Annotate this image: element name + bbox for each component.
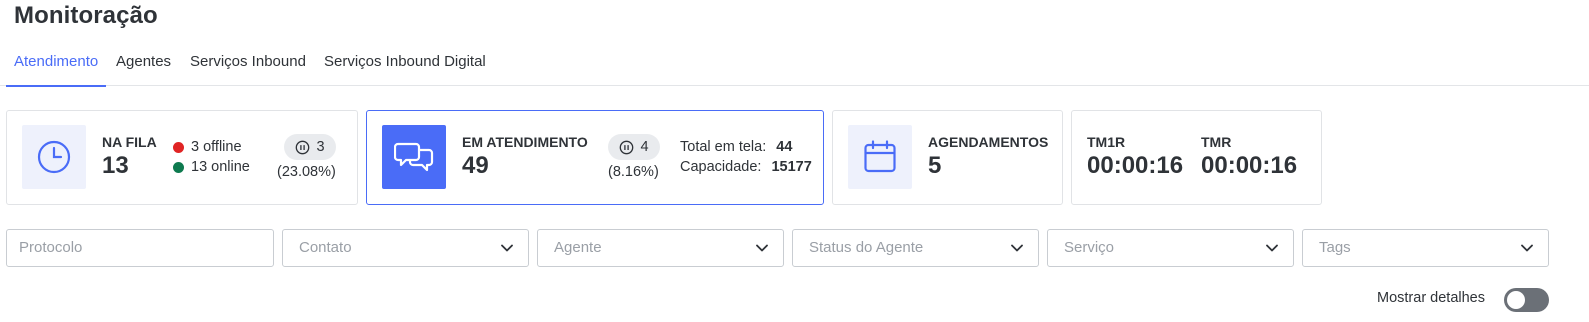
pause-icon <box>620 140 634 154</box>
paused-badge: 3 <box>284 134 336 160</box>
tm1r-value: 00:00:16 <box>1087 152 1184 179</box>
servico-placeholder: Serviço <box>1064 239 1115 256</box>
status-agente-placeholder: Status do Agente <box>809 239 924 256</box>
status-agente-select[interactable]: Status do Agente <box>792 229 1039 267</box>
na-fila-value: 13 <box>102 152 129 179</box>
capacidade: Capacidade: 15177 <box>680 159 812 175</box>
card-na-fila: NA FILA 13 3 offline 13 online 3 (23.08%… <box>6 110 358 205</box>
paused-badge: 4 <box>608 134 660 160</box>
em-atendimento-label: EM ATENDIMENTO <box>462 134 588 150</box>
tab-bar: Atendimento Agentes Serviços Inbound Ser… <box>0 44 1589 87</box>
agendamentos-label: AGENDAMENTOS <box>928 134 1049 150</box>
capacidade-label: Capacidade: <box>680 159 762 175</box>
card-em-atendimento[interactable]: EM ATENDIMENTO 49 4 (8.16%) Total em tel… <box>366 110 824 205</box>
online-count: 13 online <box>191 159 250 175</box>
calendar-icon-box <box>848 125 912 189</box>
toggle-knob <box>1507 291 1525 309</box>
tmr-label: TMR <box>1201 134 1232 150</box>
chevron-down-icon <box>501 244 513 252</box>
clock-icon <box>37 140 71 174</box>
chat-icon-box <box>382 125 446 189</box>
mostrar-detalhes-label: Mostrar detalhes <box>1377 290 1485 306</box>
card-tempos: TM1R 00:00:16 TMR 00:00:16 <box>1071 110 1322 205</box>
tags-select[interactable]: Tags <box>1302 229 1549 267</box>
agente-placeholder: Agente <box>554 239 602 256</box>
total-em-tela: Total em tela: 44 <box>680 139 792 155</box>
em-atendimento-value: 49 <box>462 152 489 179</box>
paused-percentage: (23.08%) <box>277 164 336 180</box>
paused-count: 4 <box>640 139 649 155</box>
servico-select[interactable]: Serviço <box>1047 229 1294 267</box>
protocolo-field[interactable] <box>6 229 274 267</box>
paused-percentage: (8.16%) <box>608 164 659 180</box>
capacidade-value: 15177 <box>771 159 812 175</box>
chat-bubbles-icon <box>394 142 434 172</box>
tab-agentes[interactable]: Agentes <box>116 44 171 86</box>
paused-count: 3 <box>316 139 325 155</box>
na-fila-label: NA FILA <box>102 134 157 150</box>
chevron-down-icon <box>1266 244 1278 252</box>
calendar-icon <box>864 140 896 173</box>
chevron-down-icon <box>1521 244 1533 252</box>
tmr-value: 00:00:16 <box>1201 152 1298 179</box>
online-status: 13 online <box>173 159 250 175</box>
tab-atendimento[interactable]: Atendimento <box>5 44 107 87</box>
tm1r-label: TM1R <box>1087 134 1126 150</box>
offline-count: 3 offline <box>191 139 242 155</box>
offline-status: 3 offline <box>173 139 242 155</box>
clock-icon-box <box>22 125 86 189</box>
agendamentos-value: 5 <box>928 152 942 179</box>
tags-placeholder: Tags <box>1319 239 1351 256</box>
total-em-tela-value: 44 <box>776 139 793 155</box>
mostrar-detalhes-toggle[interactable] <box>1504 288 1549 312</box>
contato-placeholder: Contato <box>299 239 352 256</box>
tab-servicos-inbound-digital[interactable]: Serviços Inbound Digital <box>324 44 486 86</box>
contato-select[interactable]: Contato <box>282 229 529 267</box>
chevron-down-icon <box>756 244 768 252</box>
offline-dot-icon <box>173 141 184 153</box>
page-title: Monitoração <box>14 2 158 29</box>
protocolo-input[interactable] <box>19 239 261 256</box>
agente-select[interactable]: Agente <box>537 229 784 267</box>
pause-icon <box>296 140 310 154</box>
card-agendamentos[interactable]: AGENDAMENTOS 5 <box>832 110 1063 205</box>
chevron-down-icon <box>1011 244 1023 252</box>
online-dot-icon <box>173 161 184 173</box>
tab-servicos-inbound[interactable]: Serviços Inbound <box>190 44 306 86</box>
total-em-tela-label: Total em tela: <box>680 139 767 155</box>
